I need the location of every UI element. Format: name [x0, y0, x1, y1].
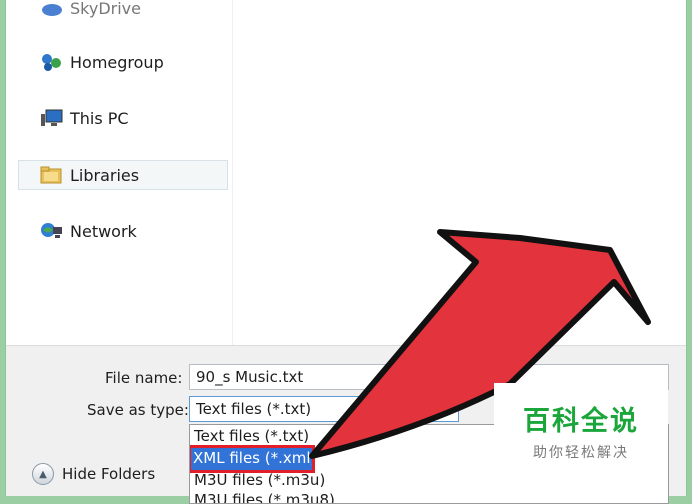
watermark-logo: 百科全说 助你轻松解决: [494, 383, 668, 465]
watermark-sub-text: 助你轻松解决: [533, 445, 629, 461]
watermark-main-text: 百科全说: [523, 406, 639, 437]
